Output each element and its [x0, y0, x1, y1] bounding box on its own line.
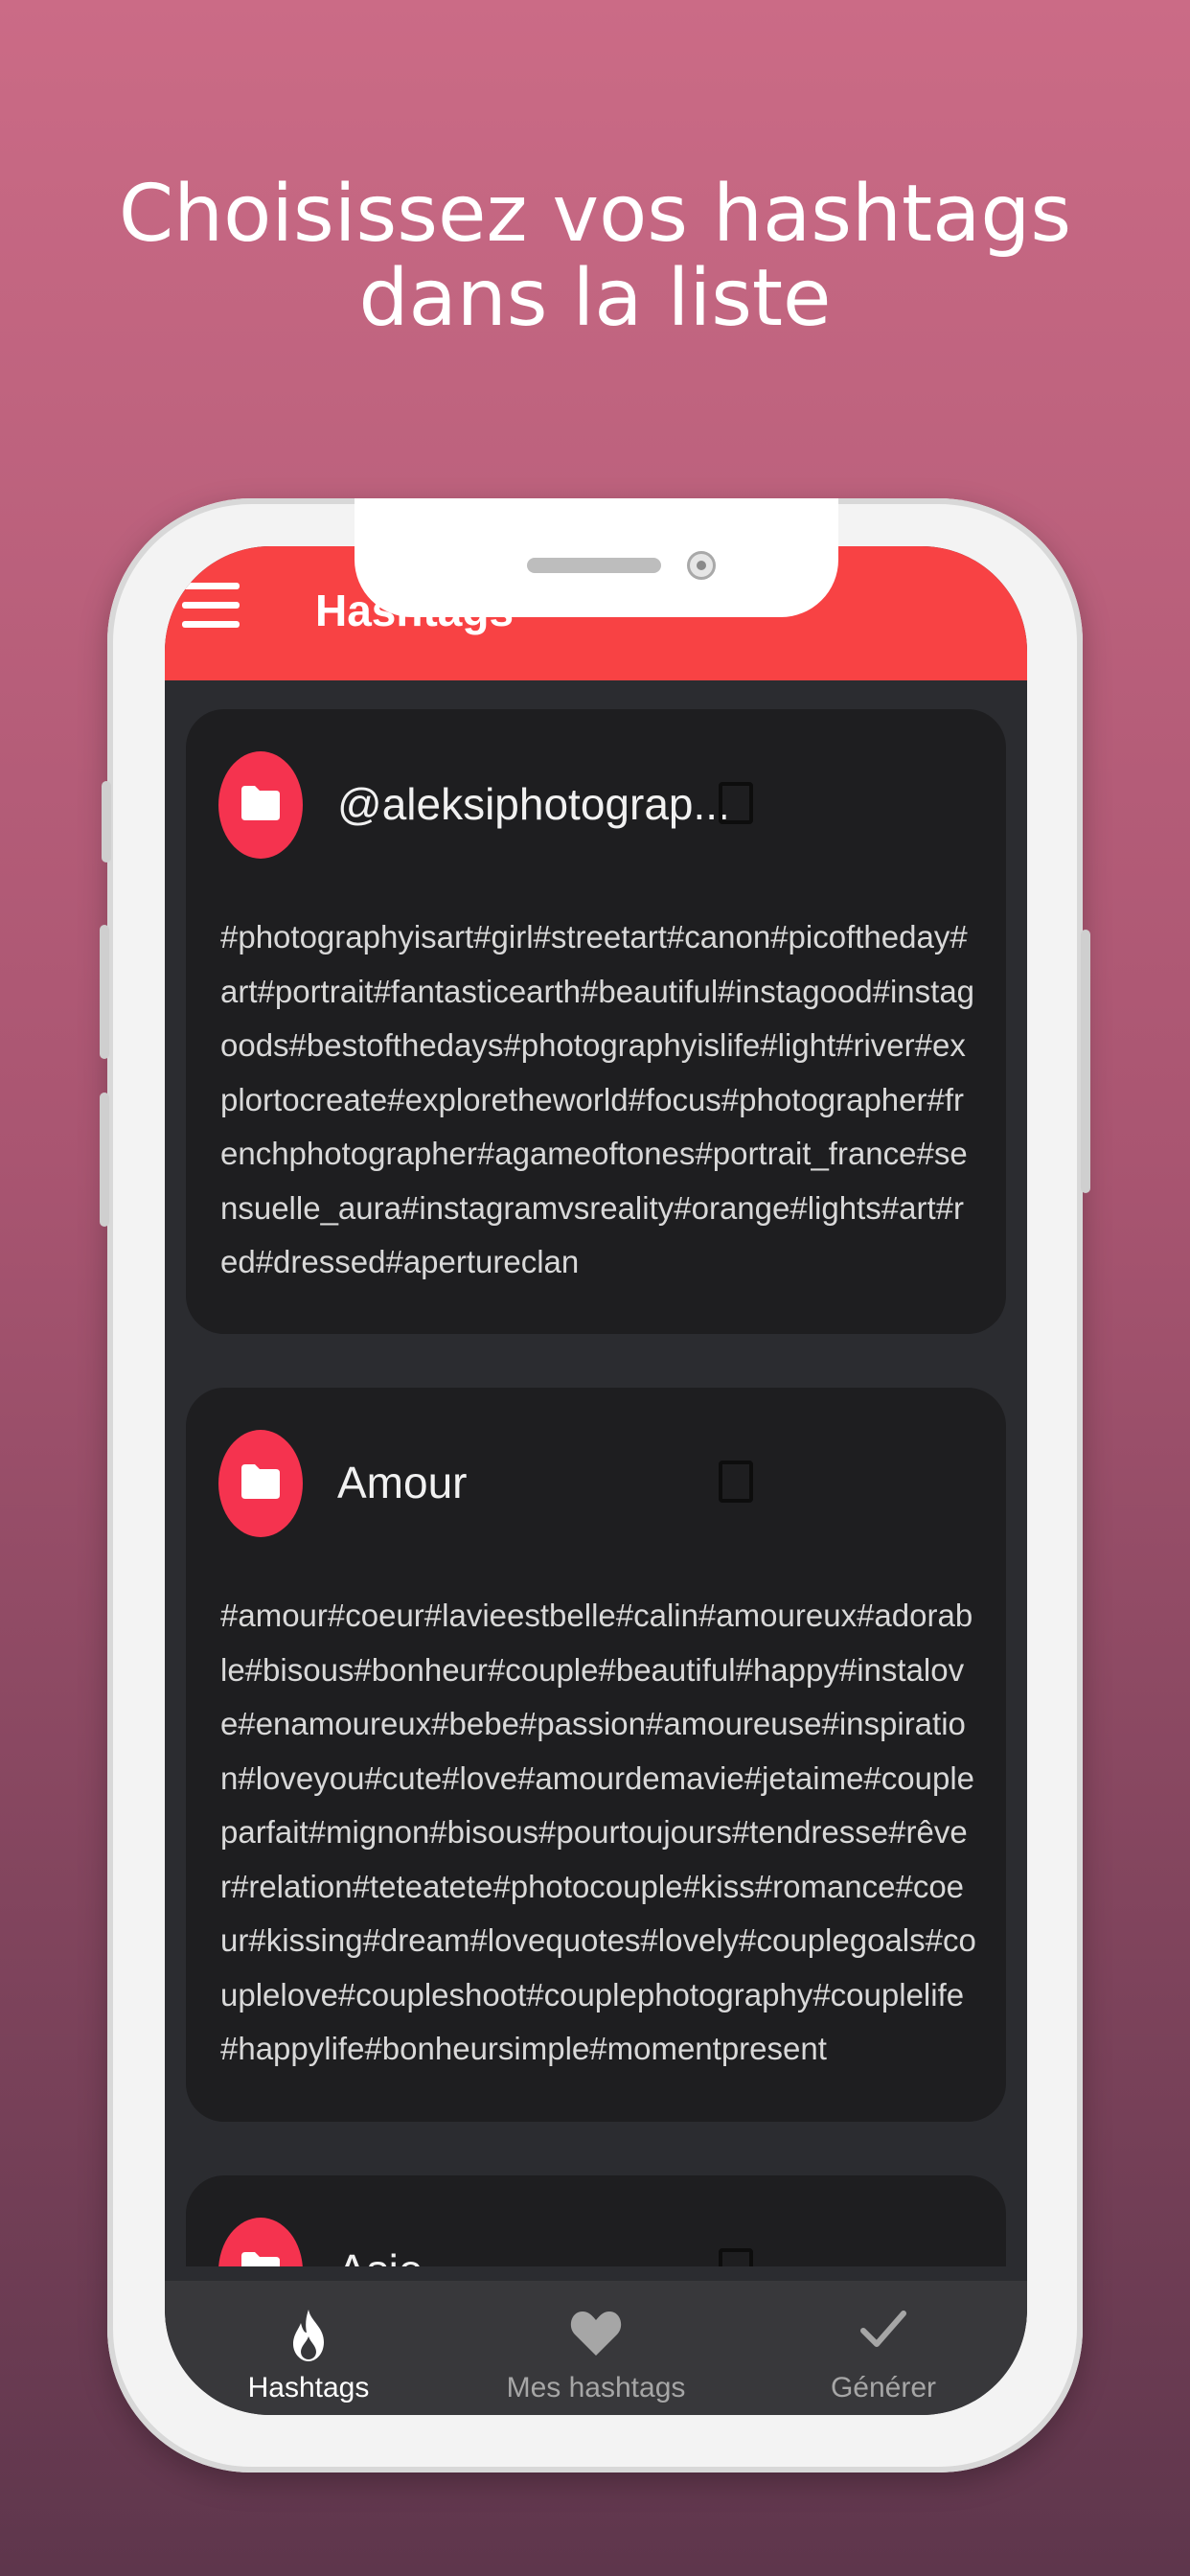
card-title: Amour — [337, 1458, 468, 1507]
phone-mute-button — [102, 781, 111, 862]
headline-line-1: Choisissez vos hashtags — [118, 169, 1072, 260]
headline: Choisissez vos hashtags dans la liste — [0, 172, 1190, 341]
heart-icon — [452, 2308, 740, 2363]
card-checkbox[interactable] — [719, 2248, 753, 2266]
check-icon — [740, 2308, 1027, 2363]
phone-notch — [355, 498, 838, 617]
hashtag-list[interactable]: @aleksiphotograp... #photographyisart#gi… — [165, 680, 1027, 2266]
nav-label: Générer — [830, 2372, 937, 2404]
nav-item-mes-hashtags[interactable]: Mes hashtags — [452, 2281, 740, 2415]
card-hashtags: #photographyisart#girl#streetart#canon#p… — [220, 919, 975, 1279]
bottom-navigation: Hashtags Mes hashtags Générer — [165, 2281, 1027, 2415]
folder-icon — [218, 2218, 303, 2266]
headline-line-2: dans la liste — [358, 253, 832, 344]
hashtag-card[interactable]: Asie — [186, 2175, 1006, 2266]
card-title: @aleksiphotograp... — [337, 779, 730, 829]
phone-volume-down-button — [100, 1092, 109, 1227]
card-checkbox[interactable] — [719, 1460, 753, 1503]
card-checkbox[interactable] — [719, 782, 753, 824]
flame-icon — [165, 2308, 452, 2363]
camera-icon — [687, 551, 716, 580]
nav-item-generer[interactable]: Générer — [740, 2281, 1027, 2415]
nav-label: Hashtags — [247, 2372, 370, 2404]
phone-screen: Hashtags @aleksiphotograp... #photograph… — [165, 546, 1027, 2415]
nav-label: Mes hashtags — [506, 2372, 686, 2404]
menu-icon[interactable] — [182, 583, 240, 629]
card-title: Asie — [337, 2244, 423, 2266]
phone-power-button — [1081, 930, 1090, 1193]
folder-icon — [218, 1430, 303, 1537]
speaker-grille — [527, 558, 661, 573]
phone-volume-up-button — [100, 925, 109, 1059]
card-hashtags: #amour#coeur#lavieestbelle#calin#amoureu… — [220, 1598, 976, 2066]
folder-icon — [218, 751, 303, 859]
hashtag-card[interactable]: Amour #amour#coeur#lavieestbelle#calin#a… — [186, 1388, 1006, 2122]
hashtag-card[interactable]: @aleksiphotograp... #photographyisart#gi… — [186, 709, 1006, 1334]
nav-item-hashtags[interactable]: Hashtags — [165, 2281, 452, 2415]
